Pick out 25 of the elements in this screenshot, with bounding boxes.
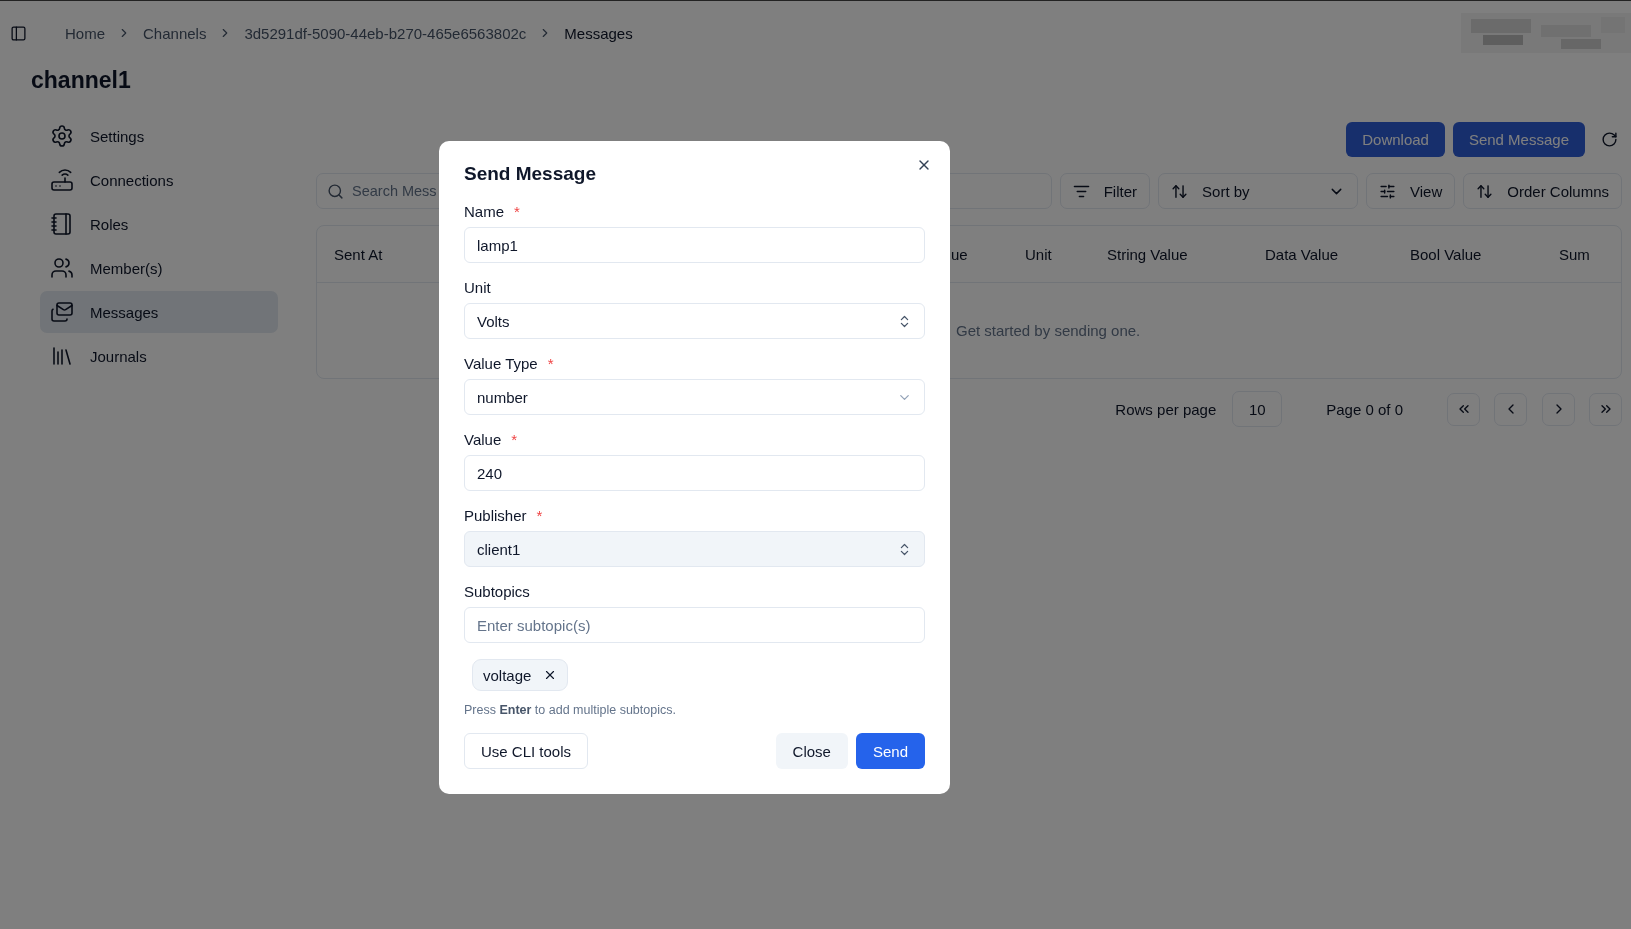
column-header: Sum xyxy=(1559,245,1590,263)
field-label: Publisher xyxy=(464,507,527,524)
page-title: channel1 xyxy=(31,66,132,95)
field-label: Unit xyxy=(464,279,491,296)
column-header: Unit xyxy=(1025,245,1052,263)
required-mark: * xyxy=(511,431,518,448)
field-label: Value Type xyxy=(464,355,538,372)
required-mark: * xyxy=(536,507,543,524)
column-header: String Value xyxy=(1107,245,1188,263)
current-page-text: Messages xyxy=(564,24,633,42)
column-header: Bool Value xyxy=(1410,245,1482,263)
required-mark: * xyxy=(514,203,520,220)
required-mark: * xyxy=(547,355,554,372)
column-header: Data Value xyxy=(1265,245,1339,263)
page-indicator: Page 0 of 0 xyxy=(1326,400,1403,418)
subtopic-chip: voltage xyxy=(472,659,569,691)
field-label: Value xyxy=(464,431,502,448)
empty-message: Get started by sending one. xyxy=(956,322,1141,339)
field-label: Name xyxy=(464,203,504,220)
field-label: Subtopics xyxy=(464,583,530,600)
hint-text: Press Enter to add multiple subtopics. xyxy=(464,703,677,717)
rows-per-page-label: Rows per page xyxy=(1115,400,1217,418)
column-header: Sent At xyxy=(334,245,383,263)
dialog-title: Send Message xyxy=(464,163,597,185)
column-header: ue xyxy=(951,245,968,263)
